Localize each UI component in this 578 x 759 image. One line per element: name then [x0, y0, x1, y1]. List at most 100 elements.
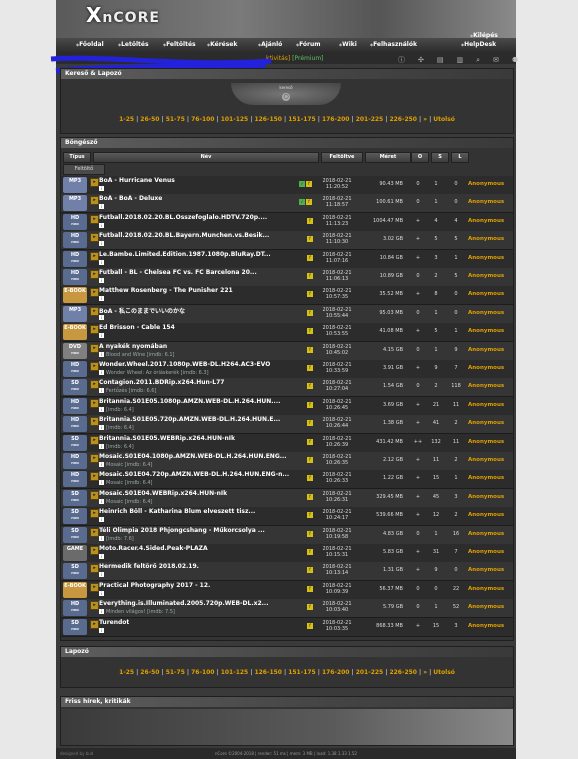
- leechers-count[interactable]: 16: [449, 531, 463, 537]
- seeders-count[interactable]: 1: [429, 199, 443, 205]
- table-row[interactable]: HD HUN ▸ Futball.2018.02.20.BL.Osszefoglalo…: [61, 212, 513, 232]
- download-icon[interactable]: ▸: [90, 619, 99, 629]
- comments-count[interactable]: 0: [411, 531, 425, 537]
- comments-count[interactable]: +: [411, 512, 425, 518]
- table-row[interactable]: HD HUN ▸ Britannia.S01E05.1080p.AMZN.WEB-DL…: [61, 396, 513, 416]
- download-icon[interactable]: ▸: [90, 454, 99, 463]
- leechers-count[interactable]: 11: [449, 402, 463, 408]
- category-badge[interactable]: HD HUN: [63, 361, 87, 377]
- nav-item-3[interactable]: Kérések: [207, 41, 237, 48]
- pager-link[interactable]: 226-250: [389, 669, 417, 676]
- download-icon[interactable]: ▸: [90, 398, 99, 408]
- torrent-name[interactable]: Turendot: [99, 619, 129, 626]
- leechers-count[interactable]: 1: [449, 475, 463, 481]
- torrent-name[interactable]: BoA - Hurricane Venus: [99, 177, 175, 184]
- seeders-count[interactable]: 11: [429, 457, 443, 463]
- seeders-count[interactable]: 8: [429, 291, 443, 297]
- category-badge[interactable]: MP3: [63, 177, 87, 193]
- pager-link[interactable]: 26-50: [140, 669, 159, 676]
- seeders-count[interactable]: 0: [429, 586, 443, 592]
- table-row[interactable]: SD HUN ▸ Contagion.2011.BDRip.x264.Hun-L77 i…: [61, 378, 513, 398]
- col-type[interactable]: Típus: [63, 152, 91, 163]
- leechers-count[interactable]: 22: [449, 586, 463, 592]
- comments-count[interactable]: +: [411, 402, 425, 408]
- category-badge[interactable]: HD HUN: [63, 600, 87, 617]
- comments-count[interactable]: +: [411, 567, 425, 573]
- uploader-name[interactable]: Anonymous: [468, 181, 504, 187]
- info-icon[interactable]: i: [99, 186, 104, 191]
- torrent-name[interactable]: BoA - BoA - Deluxe: [99, 195, 162, 202]
- comments-count[interactable]: 0: [411, 347, 425, 353]
- info-icon[interactable]: i: [99, 370, 104, 375]
- col-size[interactable]: Méret: [365, 152, 411, 163]
- leechers-count[interactable]: 0: [449, 310, 463, 316]
- download-icon[interactable]: ▸: [90, 564, 99, 574]
- table-row[interactable]: GAME ▸ Moto.Racer.4.Sided.Peak-PLAZA i f 2018…: [61, 544, 513, 563]
- table-row[interactable]: HD HUN ▸ Everything.is.Illuminated.2005.720…: [61, 599, 513, 619]
- category-badge[interactable]: E-BOOK: [63, 324, 87, 341]
- info-icon[interactable]: i: [99, 462, 104, 467]
- comments-count[interactable]: 0: [411, 586, 425, 592]
- table-row[interactable]: MP3 ▸ BoA - Hurricane Venus i ✓ f 2018-02-21 11…: [61, 176, 513, 195]
- leechers-count[interactable]: 52: [449, 604, 463, 610]
- category-badge[interactable]: MP3: [63, 305, 87, 322]
- category-badge[interactable]: E-BOOK: [63, 581, 87, 598]
- seeders-count[interactable]: 5: [429, 328, 443, 334]
- uploader-name[interactable]: Anonymous: [468, 549, 504, 555]
- category-badge[interactable]: HD HUN: [63, 471, 87, 488]
- torrent-name[interactable]: BoA - 私このままでいいのかな: [99, 306, 185, 315]
- info-icon[interactable]: i: [99, 480, 104, 486]
- torrent-name[interactable]: Heinrich Böll - Katharina Blum elveszett…: [99, 508, 255, 515]
- info-icon[interactable]: i: [99, 222, 104, 228]
- leechers-count[interactable]: 7: [449, 549, 463, 555]
- table-row[interactable]: DVD HUN ▸ A nyakék nyomában i Blood and Wine …: [61, 341, 513, 361]
- nav-item-0[interactable]: Főoldal: [76, 41, 104, 48]
- seeders-count[interactable]: 45: [429, 494, 443, 500]
- download-icon[interactable]: ▸: [90, 435, 99, 445]
- download-icon[interactable]: ▸: [90, 582, 99, 592]
- pager-link[interactable]: 126-150: [254, 669, 282, 676]
- col-uploaded[interactable]: Feltöltve: [321, 152, 363, 163]
- uploader-name[interactable]: Anonymous: [468, 475, 504, 481]
- torrent-name[interactable]: Matthew Rosenberg - The Punisher 221: [99, 287, 233, 294]
- torrent-name[interactable]: Téli Olimpia 2018 Phjongcshang - Műkorcs…: [99, 527, 265, 534]
- leechers-count[interactable]: 0: [449, 567, 463, 573]
- search-knob-icon[interactable]: ○: [282, 93, 290, 101]
- comments-count[interactable]: +: [411, 494, 425, 500]
- download-icon[interactable]: ▸: [90, 417, 99, 427]
- seeders-count[interactable]: 9: [429, 567, 443, 573]
- doc2-icon[interactable]: ▥: [457, 56, 464, 64]
- pager-link[interactable]: 76-100: [191, 669, 214, 676]
- uploader-name[interactable]: Anonymous: [468, 328, 504, 334]
- seeders-count[interactable]: 15: [429, 623, 443, 629]
- table-row[interactable]: MP3 ▸ BoA - BoA - Deluxe i ✓ f 2018-02-21 11:18…: [61, 194, 513, 214]
- torrent-name[interactable]: Moto.Racer.4.Sided.Peak-PLAZA: [99, 545, 208, 552]
- uploader-name[interactable]: Anonymous: [468, 255, 504, 261]
- table-row[interactable]: SD HUN ▸ Turendot i f 2018-02-21 10:03:35 868.33…: [61, 617, 513, 637]
- leechers-count[interactable]: 1: [449, 255, 463, 261]
- pager-link[interactable]: 101-125: [221, 669, 249, 676]
- leechers-count[interactable]: 9: [449, 347, 463, 353]
- category-badge[interactable]: SD HUN: [63, 379, 87, 396]
- table-row[interactable]: SD HUN ▸ Heinrich Böll - Katharina Blum elv…: [61, 507, 513, 527]
- info-icon[interactable]: i: [99, 425, 104, 431]
- comments-count[interactable]: 0: [411, 199, 425, 205]
- table-row[interactable]: MP3 ▸ BoA - 私このままでいいのかな i f 2018-02-21 10:55:4…: [61, 304, 513, 324]
- table-row[interactable]: SD HUN ▸ Hermedik feltörő 2018.02.19. i f 2018…: [61, 562, 513, 582]
- uploader-name[interactable]: Anonymous: [468, 347, 504, 353]
- pager-link[interactable]: 51-75: [166, 669, 185, 676]
- torrent-name[interactable]: Futball.2018.02.20.BL.Bayern.Munchen.vs.…: [99, 232, 269, 239]
- leechers-count[interactable]: 5: [449, 273, 463, 279]
- comments-count[interactable]: 0: [411, 310, 425, 316]
- category-badge[interactable]: E-BOOK: [63, 287, 87, 304]
- table-row[interactable]: E-BOOK ▸ Ed Brisson - Cable 154 i f 2018-02-2…: [61, 323, 513, 343]
- seeders-count[interactable]: 1: [429, 604, 443, 610]
- info-icon[interactable]: i: [99, 627, 104, 633]
- torrent-name[interactable]: Everything.is.Illuminated.2005.720p.WEB-…: [99, 600, 268, 607]
- category-badge[interactable]: SD HUN: [63, 563, 87, 580]
- nav-item-6[interactable]: Wiki: [339, 41, 357, 48]
- info-icon[interactable]: i: [99, 554, 104, 559]
- category-badge[interactable]: MP3: [63, 195, 87, 212]
- download-icon[interactable]: ▸: [90, 601, 99, 611]
- uploader-name[interactable]: Anonymous: [468, 439, 504, 445]
